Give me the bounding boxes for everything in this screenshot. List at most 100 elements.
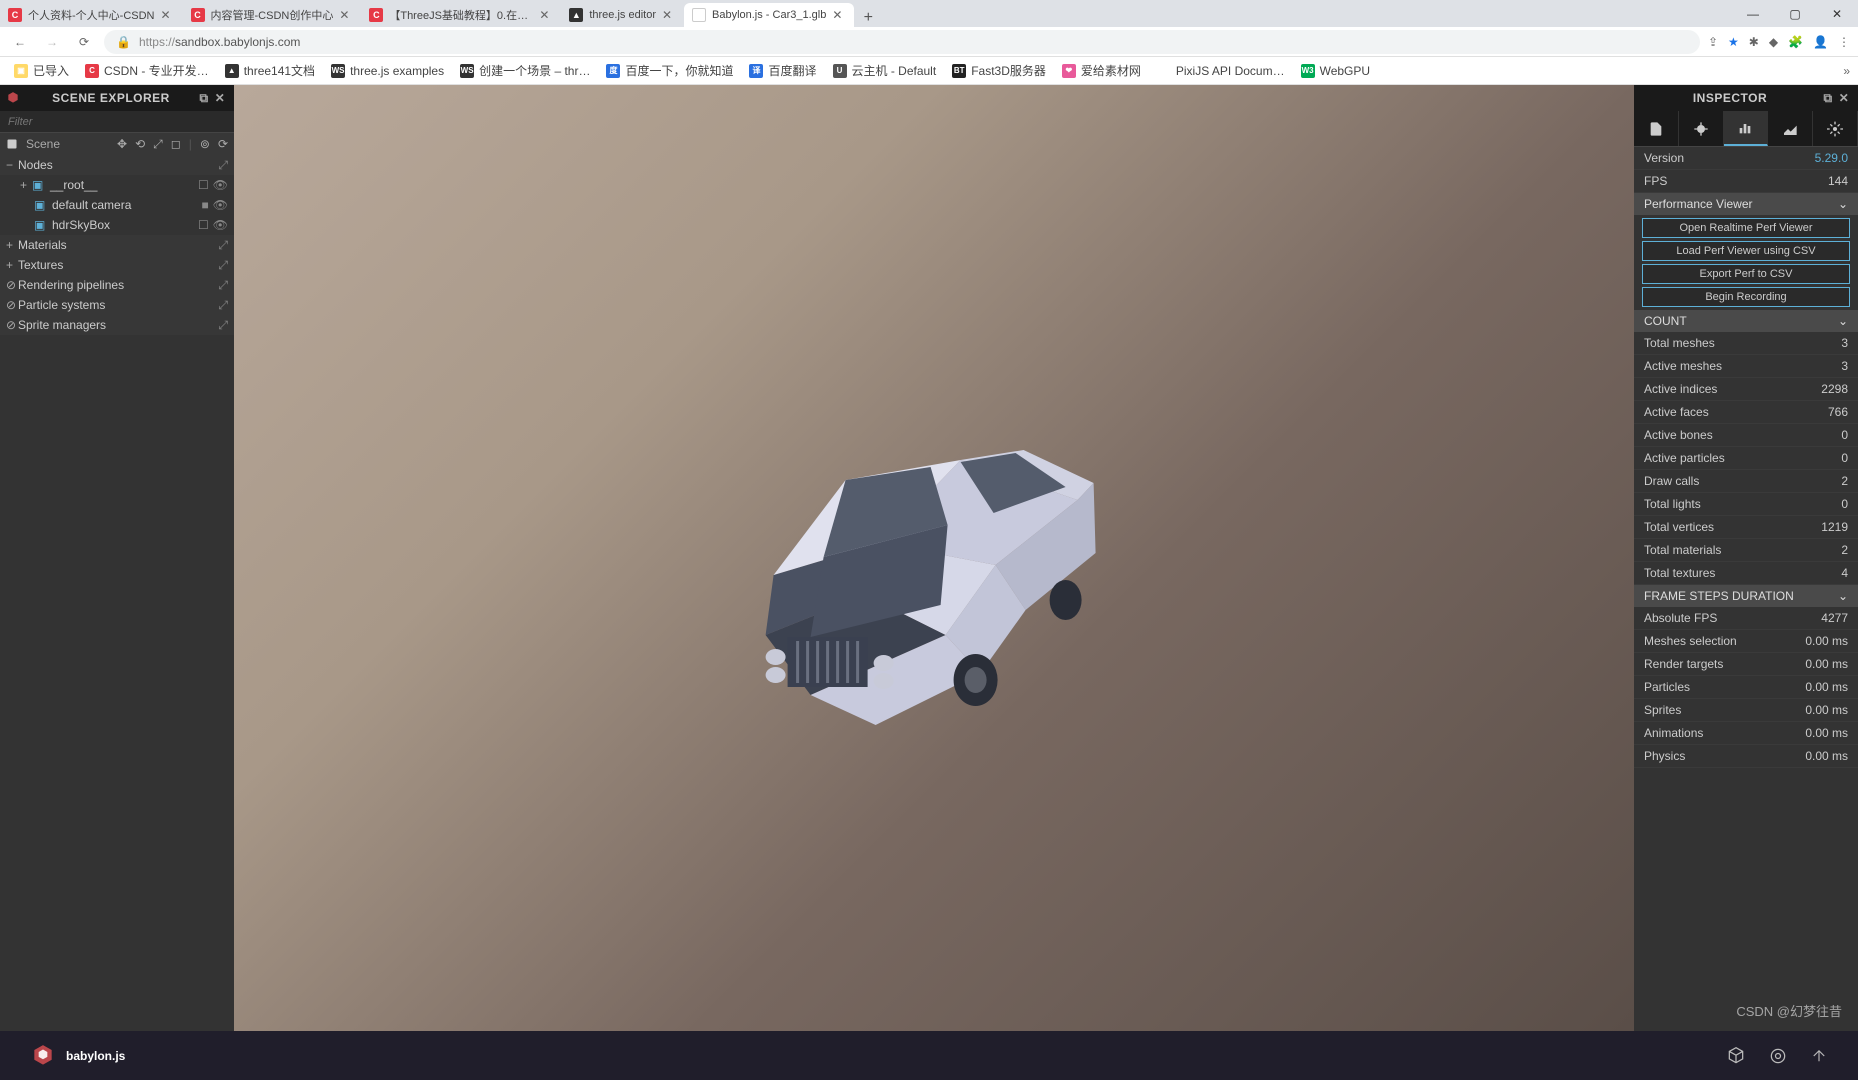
bookmark-item[interactable]: ◯PixiJS API Docum… xyxy=(1151,62,1291,80)
picker-icon[interactable]: ⊚ xyxy=(200,137,210,151)
collapse-icon[interactable]: − xyxy=(6,158,18,172)
environment-icon[interactable] xyxy=(1768,1046,1788,1066)
expand-icon[interactable]: ⊘ xyxy=(6,278,18,292)
maximize-button[interactable]: ▢ xyxy=(1774,0,1816,27)
camera-icon[interactable]: ■ xyxy=(202,198,209,212)
expand-icon[interactable]: ⊘ xyxy=(6,318,18,332)
perf-button[interactable]: Begin Recording xyxy=(1642,287,1850,307)
popup-icon[interactable]: ⧉ xyxy=(1820,91,1836,106)
bookmark-item[interactable]: CCSDN - 专业开发… xyxy=(79,60,215,81)
perf-button[interactable]: Open Realtime Perf Viewer xyxy=(1642,218,1850,238)
checkbox-icon[interactable]: ☐ xyxy=(198,178,209,192)
bookmarks-overflow-icon[interactable]: » xyxy=(1843,64,1850,78)
menu-icon[interactable]: ⋮ xyxy=(1838,35,1850,49)
tab-close-icon[interactable]: ✕ xyxy=(662,8,676,22)
scene-toolbar: Scene ✥ ⟲ ⤢ ◻ | ⊚ ⟳ xyxy=(0,133,234,155)
back-button[interactable]: ← xyxy=(8,30,32,54)
expand-icon[interactable]: + xyxy=(6,238,18,252)
expand-icon[interactable]: + xyxy=(20,178,32,192)
forward-button[interactable]: → xyxy=(40,30,64,54)
section-textures[interactable]: +Textures⤢ xyxy=(0,255,234,275)
browser-tab[interactable]: ◉Babylon.js - Car3_1.glb✕ xyxy=(684,3,854,27)
section-rendering-pipelines[interactable]: ⊘Rendering pipelines⤢ xyxy=(0,275,234,295)
bookmark-star-icon[interactable]: ★ xyxy=(1728,35,1739,49)
section-sprite-managers[interactable]: ⊘Sprite managers⤢ xyxy=(0,315,234,335)
tab-settings[interactable] xyxy=(1813,111,1858,146)
expand-all-icon[interactable]: ⤢ xyxy=(218,278,228,293)
checkbox-icon[interactable]: ☐ xyxy=(198,218,209,232)
bookmark-item[interactable]: W3WebGPU xyxy=(1295,62,1376,80)
expand-all-icon[interactable]: ⤢ xyxy=(218,258,228,273)
bookmark-item[interactable]: ▣已导入 xyxy=(8,60,75,81)
bookmark-favicon: W3 xyxy=(1301,64,1315,78)
bookmark-item[interactable]: ❤爱给素材网 xyxy=(1056,60,1147,81)
new-tab-button[interactable]: + xyxy=(854,9,882,27)
tree-node[interactable]: ▣hdrSkyBox☐👁 xyxy=(0,215,234,235)
count-section-header[interactable]: COUNT⌄ xyxy=(1634,310,1858,332)
browser-tab[interactable]: C内容管理-CSDN创作中心✕ xyxy=(183,3,362,27)
expand-all-icon[interactable]: ⤢ xyxy=(218,318,228,333)
visibility-icon[interactable]: 👁 xyxy=(213,178,228,192)
url-input[interactable]: 🔒 https://sandbox.babylonjs.com xyxy=(104,30,1700,54)
extension-icon[interactable]: ◆ xyxy=(1769,35,1778,49)
close-window-button[interactable]: ✕ xyxy=(1816,0,1858,27)
tab-debug[interactable] xyxy=(1679,111,1724,146)
bookmark-item[interactable]: 度百度一下，你就知道 xyxy=(600,60,739,81)
minimize-button[interactable]: — xyxy=(1732,0,1774,27)
tab-close-icon[interactable]: ✕ xyxy=(161,8,175,22)
profile-icon[interactable]: 👤 xyxy=(1813,35,1828,49)
visibility-icon[interactable]: 👁 xyxy=(213,218,228,232)
gizmo-scale-icon[interactable]: ⤢ xyxy=(153,137,163,152)
share-icon[interactable]: ⇪ xyxy=(1708,35,1718,49)
perf-button[interactable]: Load Perf Viewer using CSV xyxy=(1642,241,1850,261)
bookmark-item[interactable]: 译百度翻译 xyxy=(743,60,822,81)
frame-section-header[interactable]: FRAME STEPS DURATION⌄ xyxy=(1634,585,1858,607)
visibility-icon[interactable]: 👁 xyxy=(213,198,228,212)
tab-statistics[interactable] xyxy=(1724,111,1769,146)
gizmo-rotate-icon[interactable]: ⟲ xyxy=(135,137,145,151)
bounding-box-icon[interactable]: ◻ xyxy=(171,137,181,151)
tree-node[interactable]: ▣default camera■👁 xyxy=(0,195,234,215)
popup-icon[interactable]: ⧉ xyxy=(196,91,212,106)
bookmark-item[interactable]: WS创建一个场景 – thr… xyxy=(454,60,596,81)
nodes-section[interactable]: − Nodes ⤢ xyxy=(0,155,234,175)
stat-label: Total textures xyxy=(1644,566,1715,580)
scene-explorer-header: SCENE EXPLORER ⧉ ✕ xyxy=(0,85,234,111)
expand-all-icon[interactable]: ⤢ xyxy=(218,238,228,253)
close-icon[interactable]: ✕ xyxy=(1836,91,1852,105)
extensions-icon[interactable]: 🧩 xyxy=(1788,35,1803,49)
close-icon[interactable]: ✕ xyxy=(212,91,228,105)
scene-root-label[interactable]: Scene xyxy=(26,137,60,151)
bookmark-item[interactable]: BTFast3D服务器 xyxy=(946,60,1052,81)
expand-all-icon[interactable]: ⤢ xyxy=(218,298,228,313)
upload-icon[interactable] xyxy=(1810,1047,1828,1065)
browser-tab[interactable]: ▲three.js editor✕ xyxy=(561,3,684,27)
refresh-icon[interactable]: ⟳ xyxy=(218,137,228,151)
browser-tab[interactable]: C个人资料-个人中心-CSDN✕ xyxy=(0,3,183,27)
browser-tab[interactable]: C【ThreeJS基础教程】0.在学习使✕ xyxy=(361,3,561,27)
bookmark-item[interactable]: WSthree.js examples xyxy=(325,62,450,80)
section-particle-systems[interactable]: ⊘Particle systems⤢ xyxy=(0,295,234,315)
extension-icon[interactable]: ✱ xyxy=(1749,35,1759,49)
tree-node[interactable]: +▣__root__☐👁 xyxy=(0,175,234,195)
reload-button[interactable]: ⟳ xyxy=(72,30,96,54)
babylon-logo[interactable]: babylon.js xyxy=(30,1043,125,1069)
viewport-3d[interactable] xyxy=(234,85,1634,1031)
perf-section-header[interactable]: Performance Viewer⌄ xyxy=(1634,193,1858,215)
tab-close-icon[interactable]: ✕ xyxy=(539,8,553,22)
tab-close-icon[interactable]: ✕ xyxy=(339,8,353,22)
perf-button[interactable]: Export Perf to CSV xyxy=(1642,264,1850,284)
cube-icon[interactable] xyxy=(1726,1046,1746,1066)
section-materials[interactable]: +Materials⤢ xyxy=(0,235,234,255)
expand-icon[interactable]: ⊘ xyxy=(6,298,18,312)
tab-close-icon[interactable]: ✕ xyxy=(832,8,846,22)
expand-all-icon[interactable]: ⤢ xyxy=(218,158,228,173)
bookmark-item[interactable]: U云主机 - Default xyxy=(827,60,943,81)
tab-properties[interactable] xyxy=(1634,111,1679,146)
section-label: Materials xyxy=(18,238,218,252)
gizmo-move-icon[interactable]: ✥ xyxy=(117,137,127,151)
bookmark-item[interactable]: ▲three141文档 xyxy=(219,60,321,81)
filter-input[interactable] xyxy=(0,111,234,132)
expand-icon[interactable]: + xyxy=(6,258,18,272)
tab-tools[interactable] xyxy=(1768,111,1813,146)
